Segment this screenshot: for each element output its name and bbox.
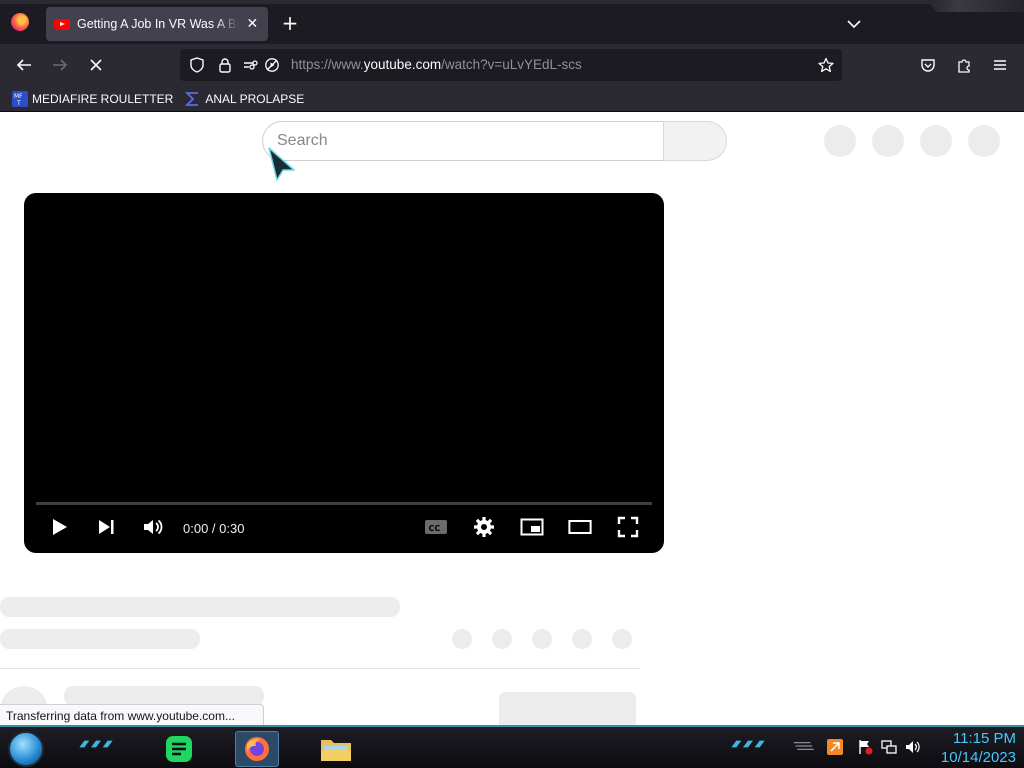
miniplayer-icon[interactable] — [520, 515, 544, 539]
system-clock[interactable]: 11:15 PM 10/14/2023 — [941, 729, 1016, 767]
url-text[interactable]: https://www.youtube.com/watch?v=uLvYEdL-… — [291, 57, 582, 72]
header-button-placeholder — [872, 125, 904, 157]
mouse-cursor-icon — [268, 147, 295, 181]
forward-arrow-icon[interactable] — [48, 53, 72, 77]
thumbnail-skeleton — [499, 692, 636, 725]
start-button-orb[interactable] — [8, 731, 44, 767]
permissions-icon[interactable] — [243, 56, 261, 74]
avatar-placeholder — [968, 125, 1000, 157]
new-tab-button[interactable]: + — [280, 13, 300, 34]
channel-skeleton — [0, 629, 200, 649]
taskbar-decoration — [731, 740, 765, 748]
comment-skeleton — [64, 686, 264, 706]
hamburger-menu-icon[interactable] — [988, 53, 1012, 77]
bookmarks-toolbar: MF T MEDIAFIRE ROULETTER ANAL PROLAPSE — [0, 86, 1024, 112]
next-video-icon[interactable] — [94, 515, 118, 539]
divider — [0, 668, 640, 669]
play-icon[interactable] — [47, 515, 71, 539]
network-icon[interactable] — [881, 739, 897, 755]
youtube-watch-page: 0:00 / 0:30 CC — [0, 113, 1024, 725]
navigation-toolbar: https://www.youtube.com/watch?v=uLvYEdL-… — [0, 44, 1024, 86]
tab-youtube-video[interactable]: Getting A Job In VR Was A Big M ✕ — [46, 7, 268, 41]
header-button-placeholder — [920, 125, 952, 157]
firefox-icon[interactable] — [235, 731, 279, 767]
bookmark-mediafire-rouletter[interactable]: MF T MEDIAFIRE ROULETTER — [12, 90, 174, 107]
search-box[interactable] — [262, 121, 664, 161]
title-skeleton — [0, 597, 400, 617]
action-skeleton — [572, 629, 592, 649]
fullscreen-icon[interactable] — [616, 515, 640, 539]
close-tab-icon[interactable]: ✕ — [245, 16, 260, 32]
time-display: 0:00 / 0:30 — [183, 521, 245, 536]
header-button-placeholder — [824, 125, 856, 157]
stop-loading-icon[interactable] — [84, 53, 108, 77]
volume-tray-icon[interactable] — [905, 739, 921, 755]
cc-label: CC — [429, 524, 441, 533]
notes-app-icon[interactable] — [157, 731, 201, 767]
address-bar[interactable]: https://www.youtube.com/watch?v=uLvYEdL-… — [180, 49, 842, 81]
bookmark-label: MEDIAFIRE ROULETTER — [32, 91, 174, 106]
taskbar: 11:15 PM 10/14/2023 — [0, 725, 1024, 768]
sigma-icon — [185, 91, 199, 106]
search-input[interactable] — [277, 130, 647, 152]
extensions-puzzle-icon[interactable] — [952, 53, 976, 77]
video-player[interactable]: 0:00 / 0:30 CC — [24, 193, 664, 553]
back-arrow-icon[interactable] — [12, 53, 36, 77]
bookmark-star-icon[interactable] — [817, 56, 835, 74]
captions-cc-icon[interactable]: CC — [424, 515, 448, 539]
taskbar-decoration — [793, 742, 814, 750]
tracking-protection-shield-icon[interactable] — [188, 56, 206, 74]
action-skeleton — [492, 629, 512, 649]
list-all-tabs-chevron-down-icon[interactable] — [846, 16, 862, 32]
action-skeleton — [532, 629, 552, 649]
status-bar: Transferring data from www.youtube.com..… — [0, 704, 264, 726]
action-skeleton — [452, 629, 472, 649]
url-path: /watch?v=uLvYEdL-scs — [441, 57, 582, 72]
pocket-icon[interactable] — [916, 53, 940, 77]
svg-text:MF: MF — [14, 93, 23, 100]
clock-date: 10/14/2023 — [940, 749, 1016, 766]
browser-tab-strip: Getting A Job In VR Was A Big M ✕ + — [0, 0, 1024, 44]
clock-time: 11:15 PM — [952, 730, 1016, 747]
url-prefix: https://www. — [291, 57, 364, 72]
file-explorer-icon[interactable] — [314, 731, 358, 767]
taskbar-decoration — [79, 740, 113, 748]
mediafire-icon: MFT — [12, 90, 28, 107]
settings-gear-icon[interactable] — [472, 515, 496, 539]
autoplay-blocked-icon[interactable] — [263, 56, 281, 74]
firefox-menu-icon[interactable] — [11, 13, 29, 31]
theater-mode-icon[interactable] — [568, 515, 592, 539]
action-skeleton — [612, 629, 632, 649]
tab-title: Getting A Job In VR Was A Big M — [77, 17, 239, 31]
progress-bar[interactable] — [36, 502, 652, 505]
lock-icon[interactable] — [216, 56, 234, 74]
bookmark-anal-prolapse[interactable]: ANAL PROLAPSE — [185, 91, 304, 107]
tray-app-icon[interactable] — [827, 739, 843, 755]
volume-icon[interactable] — [141, 515, 165, 539]
action-center-flag-icon[interactable] — [857, 739, 873, 755]
svg-text:T: T — [16, 100, 21, 107]
bookmark-label: ANAL PROLAPSE — [205, 91, 305, 106]
search-button[interactable] — [663, 121, 727, 161]
url-host: youtube.com — [363, 57, 442, 72]
youtube-favicon-icon — [54, 18, 70, 30]
